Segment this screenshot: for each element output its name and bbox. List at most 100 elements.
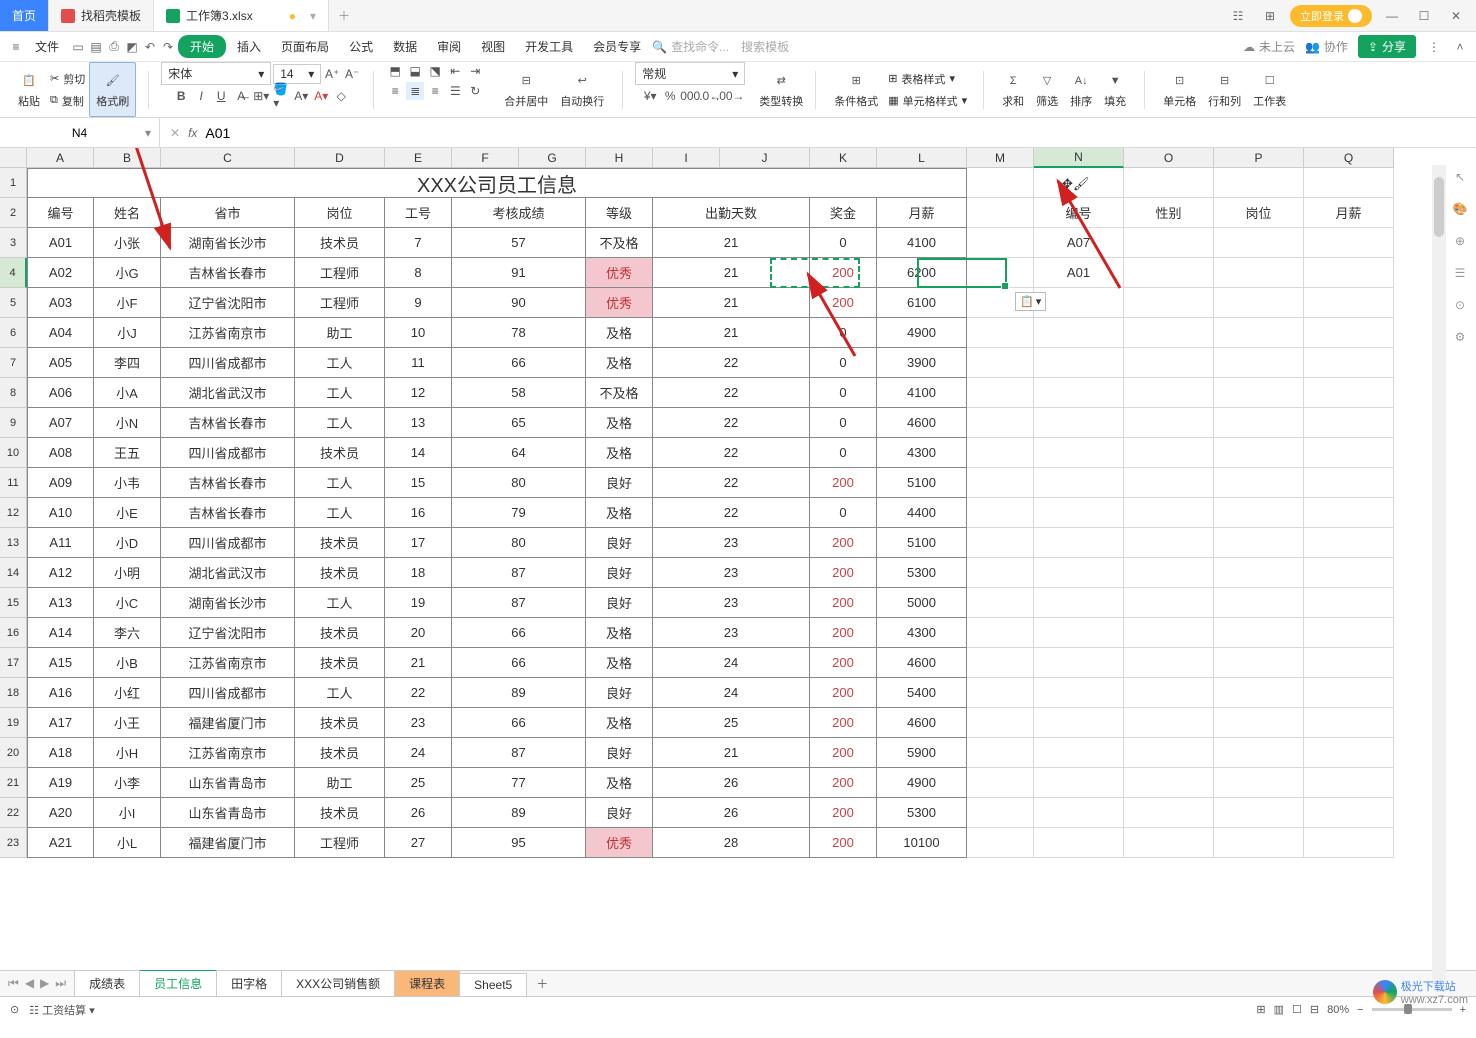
cell[interactable]: 26: [653, 798, 810, 828]
cell[interactable]: 岗位: [295, 198, 385, 228]
cell[interactable]: [1304, 258, 1394, 288]
tab-menu-icon[interactable]: ▾: [310, 9, 316, 23]
app-menu-icon[interactable]: ≡: [8, 39, 24, 55]
cell[interactable]: 4100: [877, 228, 967, 258]
cell[interactable]: 及格: [586, 618, 653, 648]
row-header-20[interactable]: 20: [0, 738, 27, 768]
row-header-14[interactable]: 14: [0, 558, 27, 588]
menu-devtools[interactable]: 开发工具: [516, 34, 582, 59]
cell[interactable]: [1034, 618, 1124, 648]
worksheet-button[interactable]: ☐工作表: [1247, 62, 1292, 117]
last-sheet-icon[interactable]: ⏭: [55, 976, 66, 991]
cell[interactable]: 21: [653, 318, 810, 348]
cell[interactable]: 11: [385, 348, 452, 378]
cell[interactable]: 22: [653, 468, 810, 498]
view-page-icon[interactable]: ▥: [1274, 1003, 1284, 1016]
cell[interactable]: [967, 198, 1034, 228]
cell[interactable]: 23: [653, 528, 810, 558]
view-read-icon[interactable]: ☐: [1292, 1003, 1302, 1016]
cell[interactable]: 18: [385, 558, 452, 588]
sheet-tab-5[interactable]: 课程表: [394, 970, 460, 996]
cell[interactable]: 66: [452, 348, 586, 378]
open-icon[interactable]: ▭: [70, 39, 86, 55]
comma-icon[interactable]: 000: [681, 87, 699, 105]
cell[interactable]: 姓名: [94, 198, 161, 228]
cell[interactable]: [1124, 768, 1214, 798]
cell[interactable]: 65: [452, 408, 586, 438]
share-button[interactable]: ⇪ 分享: [1358, 35, 1416, 58]
cell[interactable]: 编号: [27, 198, 94, 228]
col-header-O[interactable]: O: [1124, 148, 1214, 168]
cell[interactable]: 78: [452, 318, 586, 348]
cell[interactable]: 200: [810, 708, 877, 738]
cell[interactable]: A11: [27, 528, 94, 558]
cell[interactable]: [1034, 738, 1124, 768]
row-header-6[interactable]: 6: [0, 318, 27, 348]
cell[interactable]: [1034, 528, 1124, 558]
cell[interactable]: 工人: [295, 498, 385, 528]
sheet-tab-3[interactable]: 田字格: [216, 970, 282, 996]
cell[interactable]: A07: [27, 408, 94, 438]
cell[interactable]: 5100: [877, 528, 967, 558]
cell[interactable]: 22: [653, 408, 810, 438]
cell[interactable]: 小D: [94, 528, 161, 558]
cell[interactable]: [1034, 348, 1124, 378]
cell[interactable]: 90: [452, 288, 586, 318]
font-size-combo[interactable]: 14▾: [273, 64, 321, 84]
cell[interactable]: 小明: [94, 558, 161, 588]
cell[interactable]: [1304, 288, 1394, 318]
cell[interactable]: 及格: [586, 648, 653, 678]
cell[interactable]: 0: [810, 378, 877, 408]
cell[interactable]: [967, 528, 1034, 558]
cell[interactable]: 16: [385, 498, 452, 528]
cell[interactable]: A15: [27, 648, 94, 678]
cell[interactable]: [1034, 828, 1124, 858]
cell[interactable]: 等级: [586, 198, 653, 228]
cell[interactable]: [967, 168, 1034, 198]
cell[interactable]: 月薪: [1304, 198, 1394, 228]
sum-button[interactable]: Σ求和: [996, 62, 1030, 117]
grid[interactable]: ABCDEFGHIJKLMNOPQ 1234567891011121314151…: [0, 148, 1476, 970]
cell[interactable]: 工人: [295, 378, 385, 408]
cell[interactable]: 吉林省长春市: [161, 408, 295, 438]
cell[interactable]: [1304, 498, 1394, 528]
cell[interactable]: [1034, 588, 1124, 618]
row-header-22[interactable]: 22: [0, 798, 27, 828]
cell[interactable]: 四川省成都市: [161, 438, 295, 468]
fx-icon[interactable]: fx: [188, 126, 197, 140]
cell[interactable]: A14: [27, 618, 94, 648]
cell[interactable]: 87: [452, 738, 586, 768]
column-headers[interactable]: ABCDEFGHIJKLMNOPQ: [27, 148, 1394, 168]
row-header-23[interactable]: 23: [0, 828, 27, 858]
row-header-5[interactable]: 5: [0, 288, 27, 318]
cell[interactable]: 岗位: [1214, 198, 1304, 228]
cell[interactable]: [967, 618, 1034, 648]
cell[interactable]: [1034, 678, 1124, 708]
paste-options-flyout[interactable]: 📋▾: [1015, 292, 1046, 311]
menu-member[interactable]: 会员专享: [584, 34, 650, 59]
row-headers[interactable]: 1234567891011121314151617181920212223: [0, 168, 27, 858]
cell[interactable]: [1304, 318, 1394, 348]
borders-button[interactable]: ⊞▾: [252, 87, 270, 105]
cell[interactable]: [967, 798, 1034, 828]
cell[interactable]: [1124, 738, 1214, 768]
cell[interactable]: 21: [653, 288, 810, 318]
cell[interactable]: [967, 318, 1034, 348]
percent-icon[interactable]: %: [661, 87, 679, 105]
template-search[interactable]: 搜索模板: [741, 38, 789, 55]
cell[interactable]: [967, 648, 1034, 678]
cell[interactable]: 24: [385, 738, 452, 768]
cell[interactable]: [1214, 438, 1304, 468]
cell[interactable]: 及格: [586, 318, 653, 348]
cell[interactable]: 12: [385, 378, 452, 408]
align-middle-icon[interactable]: ⬓: [406, 62, 424, 80]
cell[interactable]: 江苏省南京市: [161, 318, 295, 348]
undo-icon[interactable]: ↶: [142, 39, 158, 55]
cell[interactable]: 省市: [161, 198, 295, 228]
cell[interactable]: A04: [27, 318, 94, 348]
cell[interactable]: 21: [653, 738, 810, 768]
cell[interactable]: 不及格: [586, 378, 653, 408]
cell[interactable]: [1034, 318, 1124, 348]
cell[interactable]: 4400: [877, 498, 967, 528]
select-all-corner[interactable]: [0, 148, 27, 168]
